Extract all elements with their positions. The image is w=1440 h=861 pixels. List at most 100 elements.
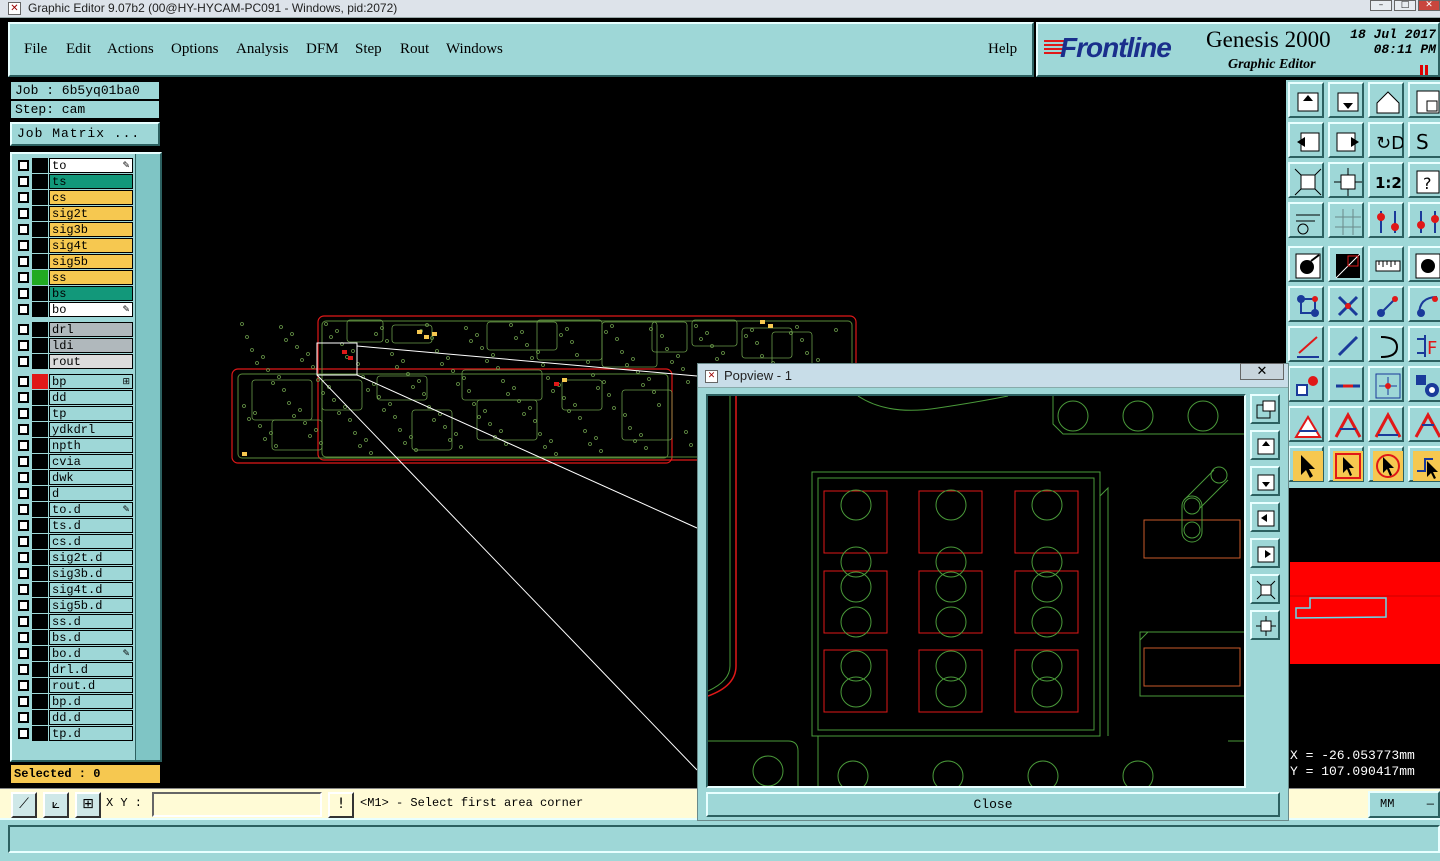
- layer-name[interactable]: ts.d: [49, 518, 133, 533]
- layer-checkbox[interactable]: [18, 240, 29, 251]
- job-matrix-button[interactable]: Job Matrix ...: [10, 122, 160, 146]
- layer-name[interactable]: bp.d: [49, 694, 133, 709]
- bottom-icon[interactable]: [1328, 82, 1364, 118]
- layer-color-swatch[interactable]: [32, 566, 48, 581]
- layer-color-swatch[interactable]: [32, 406, 48, 421]
- info-icon[interactable]: !: [328, 792, 354, 818]
- layer-checkbox[interactable]: [18, 504, 29, 515]
- pointer-circle-icon[interactable]: [1368, 446, 1404, 482]
- pointer-icon[interactable]: [1288, 446, 1324, 482]
- layer-color-swatch[interactable]: [32, 174, 48, 189]
- layer-checkbox[interactable]: [18, 520, 29, 531]
- layer-row[interactable]: bp ⊞: [15, 374, 133, 389]
- popview-bottom-icon[interactable]: [1250, 466, 1280, 496]
- layer-name[interactable]: dwk: [49, 470, 133, 485]
- menu-rout[interactable]: Rout: [400, 41, 429, 58]
- pause-icon[interactable]: [1420, 62, 1430, 75]
- layer-checkbox[interactable]: [18, 600, 29, 611]
- layer-name[interactable]: rout.d: [49, 678, 133, 693]
- layer-checkbox[interactable]: [18, 488, 29, 499]
- menu-edit[interactable]: Edit: [66, 41, 91, 58]
- layer-checkbox[interactable]: [18, 288, 29, 299]
- popview-titlebar[interactable]: ✕ Popview - 1: [698, 364, 1288, 388]
- menu-options[interactable]: Options: [171, 41, 219, 58]
- layer-color-swatch[interactable]: [32, 374, 48, 389]
- layer-color-swatch[interactable]: [32, 550, 48, 565]
- layer-name[interactable]: d: [49, 486, 133, 501]
- net-dual-icon[interactable]: [1408, 202, 1440, 238]
- layer-name[interactable]: ss: [49, 270, 133, 285]
- fit-center-icon[interactable]: [1328, 162, 1364, 198]
- snap-mode-icon[interactable]: ⟋: [11, 792, 37, 818]
- layer-checkbox[interactable]: [18, 456, 29, 467]
- pointer-box-icon[interactable]: [1328, 446, 1364, 482]
- layer-name[interactable]: bs: [49, 286, 133, 301]
- layer-row[interactable]: sig3b: [15, 222, 133, 237]
- layer-color-swatch[interactable]: [32, 222, 48, 237]
- layer-color-swatch[interactable]: [32, 486, 48, 501]
- layer-checkbox[interactable]: [18, 616, 29, 627]
- layer-name[interactable]: drl: [49, 322, 133, 337]
- ruler-icon[interactable]: [1368, 246, 1404, 282]
- measure-mode-icon[interactable]: ⟀: [43, 792, 69, 818]
- layer-name[interactable]: bp ⊞: [49, 374, 133, 389]
- layer-row[interactable]: bo.d ✎: [15, 646, 133, 661]
- layer-row[interactable]: bo ✎: [15, 302, 133, 317]
- triangle-b-icon[interactable]: [1368, 406, 1404, 442]
- flip-icon[interactable]: ↻D: [1368, 122, 1404, 158]
- layer-color-swatch[interactable]: [32, 322, 48, 337]
- layer-name[interactable]: ss.d: [49, 614, 133, 629]
- layer-color-swatch[interactable]: [32, 454, 48, 469]
- layer-name[interactable]: bo ✎: [49, 302, 133, 317]
- zoom-left-icon[interactable]: [1288, 122, 1324, 158]
- snap-icon[interactable]: S: [1408, 122, 1440, 158]
- popview-right-icon[interactable]: [1250, 538, 1280, 568]
- layer-checkbox[interactable]: [18, 356, 29, 367]
- layer-row[interactable]: sig3b.d: [15, 566, 133, 581]
- layer-row[interactable]: d: [15, 486, 133, 501]
- layer-checkbox[interactable]: [18, 664, 29, 675]
- layer-row[interactable]: dd.d: [15, 710, 133, 725]
- layer-name[interactable]: to.d ✎: [49, 502, 133, 517]
- layer-color-swatch[interactable]: [32, 354, 48, 369]
- layer-row[interactable]: dd: [15, 390, 133, 405]
- layer-row[interactable]: npth: [15, 438, 133, 453]
- layer-row[interactable]: ydkdrl: [15, 422, 133, 437]
- layer-row[interactable]: cs.d: [15, 534, 133, 549]
- layer-color-swatch[interactable]: [32, 390, 48, 405]
- layer-checkbox[interactable]: [18, 324, 29, 335]
- maximize-icon[interactable]: □: [1394, 0, 1416, 11]
- h-line-icon[interactable]: [1328, 366, 1364, 402]
- layer-row[interactable]: to.d ✎: [15, 502, 133, 517]
- layer-checkbox[interactable]: [18, 304, 29, 315]
- layer-color-swatch[interactable]: [32, 694, 48, 709]
- layer-color-swatch[interactable]: [32, 630, 48, 645]
- layer-color-swatch[interactable]: [32, 518, 48, 533]
- minimize-icon[interactable]: –: [1370, 0, 1392, 11]
- layer-color-swatch[interactable]: [32, 422, 48, 437]
- units-selector[interactable]: MM —: [1368, 791, 1440, 818]
- layer-row[interactable]: sig5b.d: [15, 598, 133, 613]
- layer-checkbox[interactable]: [18, 192, 29, 203]
- layer-row[interactable]: bs.d: [15, 630, 133, 645]
- layer-color-swatch[interactable]: [32, 534, 48, 549]
- layer-name[interactable]: bo.d ✎: [49, 646, 133, 661]
- layer-row[interactable]: cs: [15, 190, 133, 205]
- snap-center-icon[interactable]: [1368, 366, 1404, 402]
- layer-checkbox[interactable]: [18, 424, 29, 435]
- layer-checkbox[interactable]: [18, 680, 29, 691]
- layer-checkbox[interactable]: [18, 256, 29, 267]
- layer-name[interactable]: rout: [49, 354, 133, 369]
- layer-row[interactable]: bs: [15, 286, 133, 301]
- layer-name[interactable]: sig5b.d: [49, 598, 133, 613]
- layer-row[interactable]: rout.d: [15, 678, 133, 693]
- layer-checkbox[interactable]: [18, 208, 29, 219]
- line-dot-icon[interactable]: [1368, 286, 1404, 322]
- layer-name[interactable]: tp: [49, 406, 133, 421]
- popview-close-button[interactable]: Close: [706, 792, 1280, 817]
- layer-row[interactable]: ldi: [15, 338, 133, 353]
- layer-checkbox[interactable]: [18, 552, 29, 563]
- layer-row[interactable]: rout: [15, 354, 133, 369]
- layer-row[interactable]: ss: [15, 270, 133, 285]
- layer-color-swatch[interactable]: [32, 502, 48, 517]
